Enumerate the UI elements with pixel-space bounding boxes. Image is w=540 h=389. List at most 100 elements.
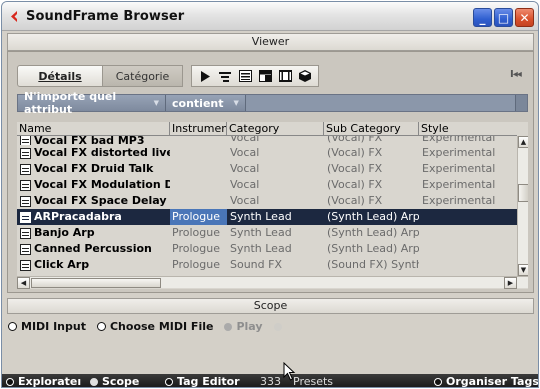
mouse-cursor-icon: [283, 362, 296, 381]
cell-name-text: Vocal FX Druid Talk: [34, 162, 154, 175]
horizontal-scroll-thumb[interactable]: [31, 278, 161, 288]
cell-name-text: Vocal FX Modulation D: [34, 178, 170, 191]
cell-instrument: [170, 193, 227, 209]
cell-instrument: [170, 136, 227, 145]
maximize-button[interactable]: □: [494, 8, 513, 27]
filter-value-input[interactable]: [246, 95, 515, 111]
cell-name-text: Banjo Arp: [34, 226, 95, 239]
cell-style: Experimental: [422, 178, 496, 191]
table-row[interactable]: Vocal FX Druid Talk Vocal (Vocal) FX Exp…: [17, 161, 517, 177]
scroll-right-arrow-icon[interactable]: ▶: [504, 277, 517, 289]
cell-style: Experimental: [422, 146, 496, 159]
view-mode-toolbar: [191, 65, 319, 87]
attribute-dropdown[interactable]: N'importe quel attribut ▼: [18, 90, 166, 116]
list-icon[interactable]: [218, 69, 232, 83]
preset-count-number: 333: [260, 375, 281, 388]
filter-options-button[interactable]: [515, 95, 527, 111]
cell-category: Vocal: [230, 146, 260, 159]
scroll-down-arrow-icon[interactable]: ▼: [518, 264, 528, 276]
preset-table: Name Instrument Category Sub Category St…: [17, 122, 528, 289]
extra-radio-icon[interactable]: [273, 322, 282, 331]
table-body: Vocal FX bad MP3 Vocal (Vocal) FX Experi…: [17, 136, 517, 276]
tab-row: Détails Catégorie: [17, 64, 319, 88]
radio-icon: [6, 377, 14, 386]
card-icon[interactable]: [258, 69, 272, 83]
cell-name-text: Vocal FX Space Delay: [34, 194, 167, 207]
cell-name: Vocal FX distorted live: [17, 145, 170, 161]
table-header: Name Instrument Category Sub Category St…: [17, 122, 517, 136]
table-row[interactable]: Vocal FX bad MP3 Vocal (Vocal) FX Experi…: [17, 136, 517, 145]
cell-category: Sound FX: [230, 258, 282, 271]
play-icon[interactable]: [198, 69, 212, 83]
cube-icon[interactable]: [298, 69, 312, 83]
column-header-instrument[interactable]: Instrument: [170, 122, 227, 135]
title-bar[interactable]: SoundFrame Browser _ □ ✕: [2, 2, 538, 31]
table-row[interactable]: Vocal FX Space Delay Vocal (Vocal) FX Ex…: [17, 193, 517, 209]
table-row[interactable]: Canned Percussion Prologue Synth Lead (S…: [17, 241, 517, 257]
preset-document-icon: [20, 243, 31, 255]
cell-category: Vocal: [230, 162, 260, 175]
cell-name-text: Vocal FX bad MP3: [34, 136, 145, 145]
cell-name-text: ARPracadabra: [34, 210, 122, 223]
preset-count-label: Presets: [293, 375, 334, 388]
table-row[interactable]: Banjo Arp Prologue Synth Lead (Synth Lea…: [17, 225, 517, 241]
organizer-toggle[interactable]: Organiser Tags: [434, 375, 538, 387]
cubase-logo-icon: [8, 10, 21, 23]
midi-input-option[interactable]: MIDI Input: [8, 320, 86, 333]
close-button[interactable]: ✕: [515, 8, 534, 27]
minimize-button[interactable]: _: [473, 8, 492, 27]
tab-details[interactable]: Détails: [17, 65, 103, 87]
table-row[interactable]: Click Arp Prologue Sound FX (Sound FX) S…: [17, 257, 517, 273]
cell-name: Canned Percussion: [17, 241, 170, 257]
cell-category: Synth Lead: [230, 242, 292, 255]
tag-editor-label: Tag Editor: [177, 375, 240, 388]
scroll-up-arrow-icon[interactable]: ▲: [518, 136, 528, 148]
cell-name-text: Vocal FX distorted live: [34, 146, 170, 159]
cell-name: Vocal FX Druid Talk: [17, 161, 170, 177]
window-title: SoundFrame Browser: [26, 8, 185, 24]
operator-dropdown-label: contient: [172, 96, 224, 110]
choose-midi-file-option[interactable]: Choose MIDI File: [96, 320, 214, 333]
film-icon[interactable]: [278, 69, 292, 83]
horizontal-scrollbar[interactable]: ◀ ▶: [17, 276, 528, 289]
jump-to-start-icon[interactable]: I◂◂: [510, 69, 522, 80]
explorer-label: Explorateı: [18, 375, 82, 388]
cell-sub-category: (Vocal) FX: [327, 162, 383, 175]
explorer-toggle[interactable]: Explorateı: [6, 375, 82, 388]
cell-style: [419, 209, 517, 225]
play-option[interactable]: Play: [224, 320, 263, 333]
column-header-category[interactable]: Category: [227, 122, 324, 135]
vertical-scroll-thumb[interactable]: [518, 184, 528, 202]
choose-midi-file-label: Choose MIDI File: [109, 320, 214, 333]
tag-editor-toggle[interactable]: Tag Editor: [165, 375, 240, 388]
table-row-selected[interactable]: ARPracadabra Prologue Synth Lead (Synth …: [17, 209, 517, 225]
scroll-left-arrow-icon[interactable]: ◀: [17, 277, 30, 289]
column-header-style[interactable]: Style: [419, 122, 517, 135]
column-header-name[interactable]: Name: [17, 122, 170, 135]
cell-sub-category: (Sound FX) Synthetic: [327, 258, 419, 271]
tab-category[interactable]: Catégorie: [103, 65, 183, 87]
preset-document-icon: [20, 147, 31, 159]
cell-instrument: Prologue: [172, 258, 220, 271]
details-icon[interactable]: [238, 69, 252, 83]
preset-document-icon: [20, 136, 31, 145]
cell-style: Experimental: [422, 194, 496, 207]
vertical-scrollbar[interactable]: ▲ ▼: [517, 136, 528, 276]
cell-name-text: Canned Percussion: [34, 242, 152, 255]
cell-style: Experimental: [422, 162, 496, 175]
cell-style: Experimental: [422, 136, 496, 144]
cell-style: [419, 241, 517, 257]
radio-icon: [96, 322, 106, 331]
scope-toggle[interactable]: Scope: [90, 375, 139, 387]
cell-sub-category: (Synth Lead) Arpeggi: [324, 209, 419, 225]
viewer-section-header[interactable]: Viewer: [7, 33, 534, 51]
table-row[interactable]: Vocal FX distorted live Vocal (Vocal) FX…: [17, 145, 517, 161]
column-header-sub-category[interactable]: Sub Category: [324, 122, 419, 135]
table-row[interactable]: Vocal FX Modulation D Vocal (Vocal) FX E…: [17, 177, 517, 193]
operator-dropdown[interactable]: contient ▼: [166, 95, 246, 111]
radio-icon: [224, 322, 233, 331]
cell-style: [419, 257, 517, 273]
scope-section-header[interactable]: Scope: [7, 298, 534, 314]
preset-document-icon: [20, 227, 31, 239]
cell-category: Vocal: [230, 136, 260, 144]
